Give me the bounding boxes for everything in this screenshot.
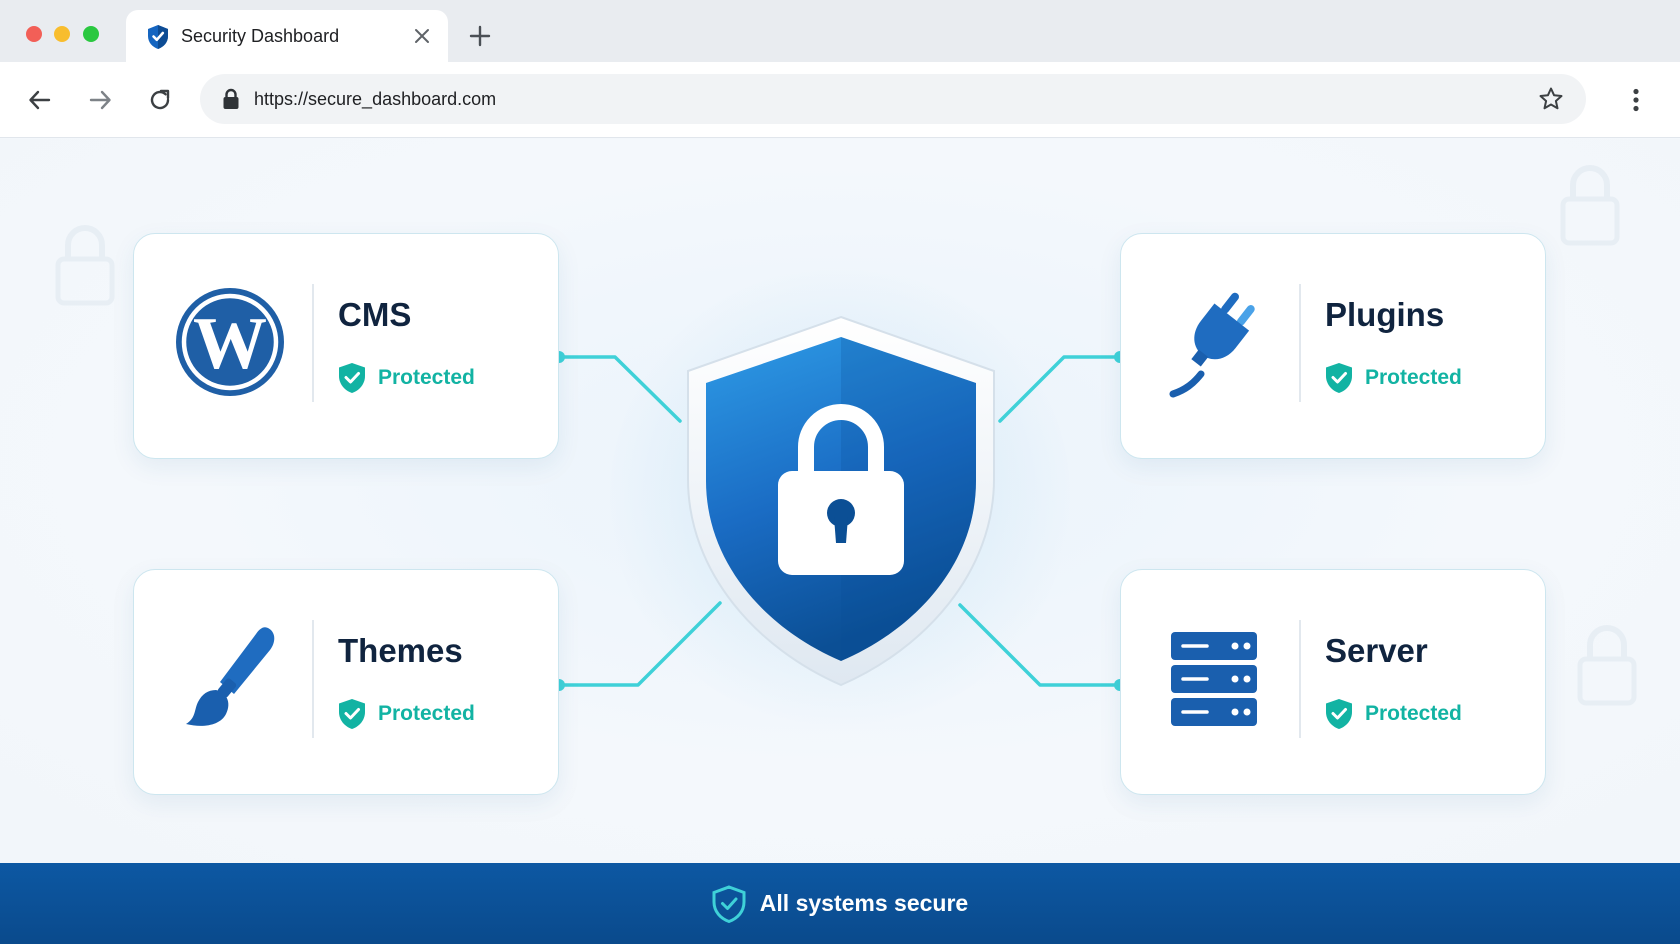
plus-icon[interactable] xyxy=(466,22,494,50)
tab-title: Security Dashboard xyxy=(181,26,340,46)
status-text: Protected xyxy=(378,366,475,389)
card-divider xyxy=(312,620,314,738)
card-themes[interactable]: Themes Protected xyxy=(133,569,559,795)
status-badge: Protected xyxy=(1325,698,1462,730)
window-close-button[interactable] xyxy=(26,26,42,42)
card-divider xyxy=(1299,284,1301,402)
more-vertical-icon[interactable] xyxy=(1620,84,1652,116)
arrow-right-icon[interactable] xyxy=(84,84,116,116)
shield-check-icon xyxy=(148,25,168,49)
shield-check-icon xyxy=(339,363,365,393)
url-text[interactable]: https://secure_dashboard.com xyxy=(254,89,496,110)
shield-check-icon xyxy=(339,699,365,729)
address-bar[interactable]: https://secure_dashboard.com xyxy=(200,74,1586,124)
window-maximize-button[interactable] xyxy=(83,26,99,42)
card-title: CMS xyxy=(338,296,412,333)
shield-check-icon xyxy=(712,884,746,923)
arrow-left-icon[interactable] xyxy=(24,84,56,116)
server-icon xyxy=(1171,632,1257,726)
status-badge: Protected xyxy=(338,698,475,730)
card-title: Plugins xyxy=(1325,296,1445,333)
wordpress-icon: W xyxy=(176,288,284,396)
reload-icon[interactable] xyxy=(144,84,176,116)
browser-toolbar: https://secure_dashboard.com xyxy=(0,62,1680,138)
svg-text:W: W xyxy=(193,303,267,385)
shield-check-icon xyxy=(1326,699,1352,729)
status-footer: All systems secure xyxy=(0,863,1680,944)
status-text: Protected xyxy=(1365,702,1462,725)
star-icon[interactable] xyxy=(1538,86,1564,112)
footer-status-text: All systems secure xyxy=(759,890,969,916)
card-title: Themes xyxy=(338,632,463,669)
status-badge: Protected xyxy=(1325,362,1462,394)
dashboard-content: W CMS Protected Plugins Protected Themes… xyxy=(0,139,1680,863)
card-title: Server xyxy=(1325,632,1428,669)
card-server[interactable]: Server Protected xyxy=(1120,569,1546,795)
card-plugins[interactable]: Plugins Protected xyxy=(1120,233,1546,459)
status-badge: Protected xyxy=(338,362,475,394)
tab-strip: Security Dashboard xyxy=(0,0,1680,62)
plug-icon xyxy=(1169,292,1255,398)
tab-security-dashboard[interactable]: Security Dashboard xyxy=(126,10,448,62)
paintbrush-icon xyxy=(186,627,275,726)
shield-check-icon xyxy=(1326,363,1352,393)
status-text: Protected xyxy=(1365,366,1462,389)
card-divider xyxy=(312,284,314,402)
card-divider xyxy=(1299,620,1301,738)
lock-icon xyxy=(223,88,239,109)
card-cms[interactable]: W CMS Protected xyxy=(133,233,559,459)
status-text: Protected xyxy=(378,702,475,725)
window-minimize-button[interactable] xyxy=(54,26,70,42)
close-icon[interactable] xyxy=(410,24,434,48)
shield-lock-icon xyxy=(687,315,995,687)
